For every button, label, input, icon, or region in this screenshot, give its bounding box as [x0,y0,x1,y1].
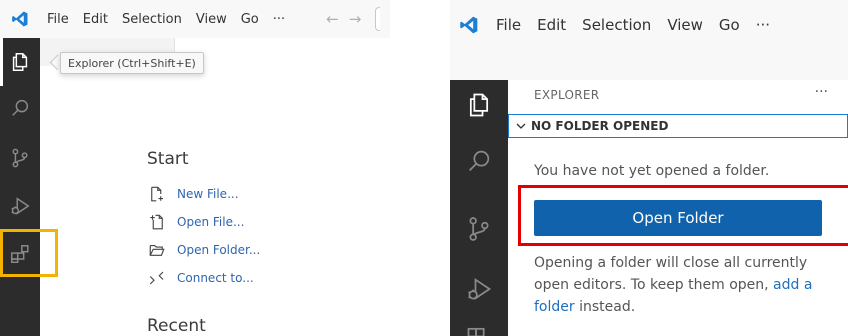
menu-edit[interactable]: Edit [529,16,574,34]
menu-selection[interactable]: Selection [115,12,189,27]
navigation-arrows: ← → [326,10,361,28]
explorer-title: EXPLORER [534,88,600,102]
no-folder-section-header[interactable]: NO FOLDER OPENED [508,114,848,138]
activity-bar [450,80,508,336]
explorer-icon[interactable] [450,80,508,130]
connect-to-link[interactable]: Connect to... [147,268,254,288]
left-screenshot: File Edit Selection View Go ··· ← → Expl… [0,0,390,336]
menu-file[interactable]: File [488,16,529,34]
explorer-tooltip: Explorer (Ctrl+Shift+E) [60,52,204,74]
recent-heading: Recent [147,316,206,336]
extensions-icon[interactable] [450,320,508,336]
more-actions-icon[interactable]: ··· [815,84,828,100]
new-file-link[interactable]: New File... [147,184,239,204]
explorer-icon[interactable] [0,44,40,80]
menu-view[interactable]: View [659,16,711,34]
menu-more[interactable]: ··· [266,12,292,27]
open-file-link[interactable]: Open File... [147,212,244,232]
title-bar: File Edit Selection View Go ··· ← → [0,0,390,38]
new-file-icon [147,184,167,204]
open-folder-icon [147,240,167,260]
title-bar: File Edit Selection View Go ··· [450,0,848,50]
open-file-icon [147,212,167,232]
open-file-label: Open File... [177,215,245,229]
title-bar-spacer [450,50,848,80]
search-icon[interactable] [0,90,40,126]
source-control-icon[interactable] [0,140,40,176]
menu-selection[interactable]: Selection [574,16,659,34]
section-title: NO FOLDER OPENED [531,119,669,133]
start-heading: Start [147,149,189,169]
run-debug-icon[interactable] [450,264,508,314]
forward-arrow-icon[interactable]: → [349,10,362,28]
right-screenshot: File Edit Selection View Go ··· EXPLORER… [450,0,848,336]
extensions-highlight-box [0,229,58,277]
chevron-down-icon [515,120,527,132]
search-icon[interactable] [450,136,508,186]
command-center[interactable] [375,7,381,31]
menu-go[interactable]: Go [234,12,266,27]
back-arrow-icon[interactable]: ← [326,10,339,28]
menu-more[interactable]: ··· [748,16,778,34]
remote-connect-icon [147,268,167,288]
note-text: Opening a folder will close all currentl… [534,255,808,293]
note-text-end: instead. [574,299,636,315]
menu-edit[interactable]: Edit [76,12,115,27]
menu-view[interactable]: View [189,12,234,27]
source-control-icon[interactable] [450,204,508,254]
open-folder-note: Opening a folder will close all currentl… [534,252,834,318]
vscode-logo-icon [0,0,40,38]
run-debug-icon[interactable] [0,188,40,224]
menu-file[interactable]: File [40,12,76,27]
open-folder-label: Open Folder... [177,243,261,257]
activity-bar [0,38,40,336]
open-folder-link[interactable]: Open Folder... [147,240,260,260]
vscode-logo-icon [450,0,488,50]
open-folder-highlight-box [518,185,848,246]
menu-go[interactable]: Go [711,16,748,34]
connect-to-label: Connect to... [177,271,254,285]
no-folder-message: You have not yet opened a folder. [534,163,770,179]
new-file-label: New File... [177,187,239,201]
